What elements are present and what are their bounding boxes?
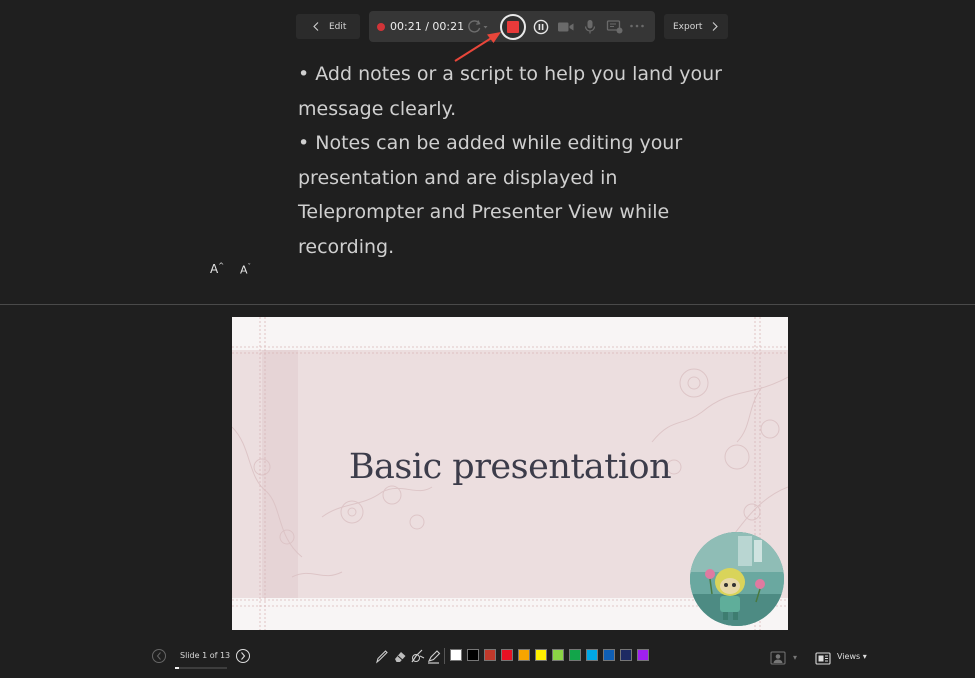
toolbar-separator	[444, 648, 445, 664]
color-swatch[interactable]	[569, 649, 581, 661]
chevron-left-icon	[313, 22, 319, 31]
views-icon[interactable]	[815, 650, 831, 669]
screen-icon[interactable]	[606, 19, 624, 35]
more-icon[interactable]	[629, 23, 645, 29]
increase-font-size-button[interactable]: A^	[210, 262, 224, 276]
chevron-left-icon	[156, 652, 161, 660]
highlighter-icon[interactable]	[427, 648, 441, 664]
note-line: • Add notes or a script to help you land…	[298, 63, 722, 120]
export-button[interactable]: Export	[664, 14, 728, 39]
panel-divider[interactable]	[0, 304, 975, 305]
color-swatch[interactable]	[518, 649, 530, 661]
chevron-right-icon	[241, 652, 246, 660]
laser-pointer-icon[interactable]	[410, 648, 426, 664]
color-swatch[interactable]	[586, 649, 598, 661]
edit-button[interactable]: Edit	[296, 14, 360, 39]
stop-icon	[507, 21, 519, 33]
camera-options-dropdown[interactable]: ▾	[793, 653, 797, 662]
pause-icon[interactable]	[533, 19, 549, 35]
color-swatch[interactable]	[552, 649, 564, 661]
retake-icon[interactable]	[466, 19, 490, 35]
decrease-font-size-label: A	[240, 263, 248, 277]
slide-counter: Slide 1 of 13	[180, 651, 231, 660]
color-swatch[interactable]	[637, 649, 649, 661]
slide-title: Basic presentation	[348, 447, 672, 487]
caret-down-icon: ˇ	[247, 263, 252, 271]
color-swatch[interactable]	[484, 649, 496, 661]
slide-progress-fill	[175, 667, 179, 669]
camera-toggle-button[interactable]	[770, 650, 786, 669]
camera-preview[interactable]	[690, 532, 784, 626]
recording-studio: Edit 00:21 / 00:21 Export • Add notes or…	[0, 0, 975, 678]
export-label: Export	[673, 21, 703, 32]
next-slide-button[interactable]	[236, 649, 250, 663]
camera-icon[interactable]	[557, 20, 575, 34]
person-icon	[770, 651, 786, 665]
microphone-icon[interactable]	[584, 19, 596, 35]
pen-icon[interactable]	[375, 648, 389, 664]
stop-recording-button[interactable]	[500, 14, 526, 40]
slide-progress-bar	[175, 667, 227, 669]
increase-font-size-label: A	[210, 262, 219, 276]
color-swatch[interactable]	[501, 649, 513, 661]
caret-up-icon: ^	[218, 262, 225, 270]
camera-feed-image	[690, 532, 784, 626]
recording-dot-icon	[377, 23, 385, 31]
color-swatch[interactable]	[535, 649, 547, 661]
previous-slide-button[interactable]	[152, 649, 166, 663]
teleprompter-notes: • Add notes or a script to help you land…	[298, 57, 728, 265]
note-line: • Notes can be added while editing your …	[298, 132, 683, 258]
recording-controls: 00:21 / 00:21	[369, 11, 655, 42]
recording-timer: 00:21 / 00:21	[390, 20, 465, 33]
color-swatch[interactable]	[603, 649, 615, 661]
edit-label: Edit	[329, 21, 347, 32]
color-swatch[interactable]	[467, 649, 479, 661]
color-swatch[interactable]	[450, 649, 462, 661]
views-menu-button[interactable]: Views ▾	[837, 652, 867, 661]
color-swatch[interactable]	[620, 649, 632, 661]
decrease-font-size-button[interactable]: Aˇ	[240, 263, 251, 277]
chevron-right-icon	[712, 22, 719, 31]
eraser-icon[interactable]	[393, 648, 407, 664]
